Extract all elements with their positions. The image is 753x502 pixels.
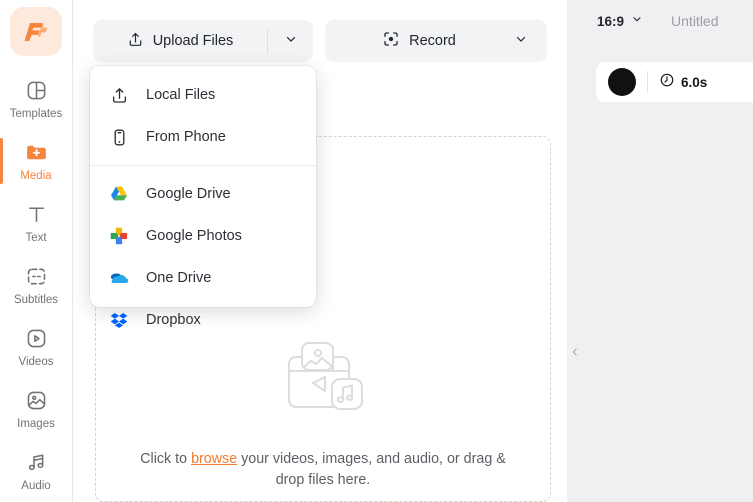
upload-arrow-icon [127,31,144,52]
sidebar-item-label: Templates [9,107,63,120]
media-toolbar: Upload Files Record [73,0,567,67]
upload-files-caret[interactable] [268,20,313,62]
clip-duration: 6.0s [659,72,707,93]
sidebar-item-templates[interactable]: Templates [0,68,72,130]
project-title[interactable]: Untitled [671,13,718,29]
timeline-clip-item[interactable]: 6.0s [596,62,753,102]
left-sidebar: Templates Media Text Subtitles Videos Im… [0,0,73,502]
sidebar-nav: Templates Media Text Subtitles Videos Im… [0,68,72,502]
sidebar-item-videos[interactable]: Videos [0,316,72,378]
sidebar-item-label: Audio [21,479,51,492]
sidebar-item-subtitles[interactable]: Subtitles [0,254,72,316]
record-caret[interactable] [495,20,547,62]
record-label: Record [409,33,456,49]
app-logo[interactable] [10,7,62,56]
dropzone-text-after: your videos, images, and audio, or drag … [237,451,506,489]
aspect-ratio-selector[interactable]: 16:9 [597,12,643,30]
phone-icon [108,126,130,148]
upload-files-label: Upload Files [152,33,234,49]
menu-item-from-phone[interactable]: From Phone [90,116,316,158]
editor-window: Templates Media Text Subtitles Videos Im… [0,0,753,502]
browse-link[interactable]: browse [191,451,237,467]
menu-item-google-photos[interactable]: Google Photos [90,215,316,257]
upload-files-primary[interactable]: Upload Files [93,20,267,62]
upload-files-button[interactable]: Upload Files [93,20,313,62]
sidebar-item-label: Media [20,169,52,182]
clock-icon [659,72,675,93]
menu-item-label: Google Photos [146,228,242,244]
chevron-down-icon [514,32,528,51]
text-icon [23,202,49,228]
sidebar-item-label: Videos [18,355,54,368]
sidebar-item-label: Subtitles [13,293,59,306]
record-button[interactable]: Record [325,20,547,62]
google-photos-icon [108,225,130,247]
videos-play-icon [23,326,49,352]
media-folder-plus-icon [23,140,49,166]
menu-separator [90,165,316,166]
sidebar-item-media[interactable]: Media [0,130,72,192]
flexclip-logo-icon [24,22,48,41]
sidebar-item-images[interactable]: Images [0,378,72,440]
clip-divider [647,71,648,93]
menu-item-label: From Phone [146,129,226,145]
chevron-down-icon [631,12,643,30]
right-panel: 16:9 Untitled 6.0s [567,0,753,502]
menu-item-label: Google Drive [146,186,231,202]
chevron-left-icon [570,345,580,364]
audio-note-icon [23,450,49,476]
clip-duration-value: 6.0s [681,74,708,90]
upload-files-menu: Local Files From Phone Google Drive Goog… [90,66,316,328]
upload-arrow-icon [108,84,130,106]
templates-icon [23,78,49,104]
subtitles-icon [23,264,49,290]
chevron-down-icon [284,32,298,51]
dropzone-text-before: Click to [140,451,192,467]
google-drive-icon [108,183,130,205]
menu-item-label: Dropbox [146,312,201,328]
sidebar-item-label: Text [25,231,47,244]
dropbox-icon [108,309,130,331]
aspect-ratio-value: 16:9 [597,13,625,29]
project-header: 16:9 Untitled [567,0,753,42]
sidebar-item-audio[interactable]: Audio [0,440,72,502]
menu-item-one-drive[interactable]: One Drive [90,257,316,299]
dropzone-text: Click to browse your videos, images, and… [138,449,508,492]
clip-thumbnail [608,68,636,96]
images-icon [23,388,49,414]
onedrive-cloud-icon [108,267,130,289]
menu-item-google-drive[interactable]: Google Drive [90,173,316,215]
media-stack-icon [275,333,371,429]
record-target-icon [382,30,400,52]
menu-item-dropbox[interactable]: Dropbox [90,299,316,341]
sidebar-item-label: Images [17,417,55,430]
sidebar-item-text[interactable]: Text [0,192,72,254]
panel-collapse-handle[interactable] [567,328,582,380]
menu-item-local-files[interactable]: Local Files [90,74,316,116]
record-primary[interactable]: Record [325,20,495,62]
menu-item-label: Local Files [146,87,216,103]
menu-item-label: One Drive [146,270,212,286]
